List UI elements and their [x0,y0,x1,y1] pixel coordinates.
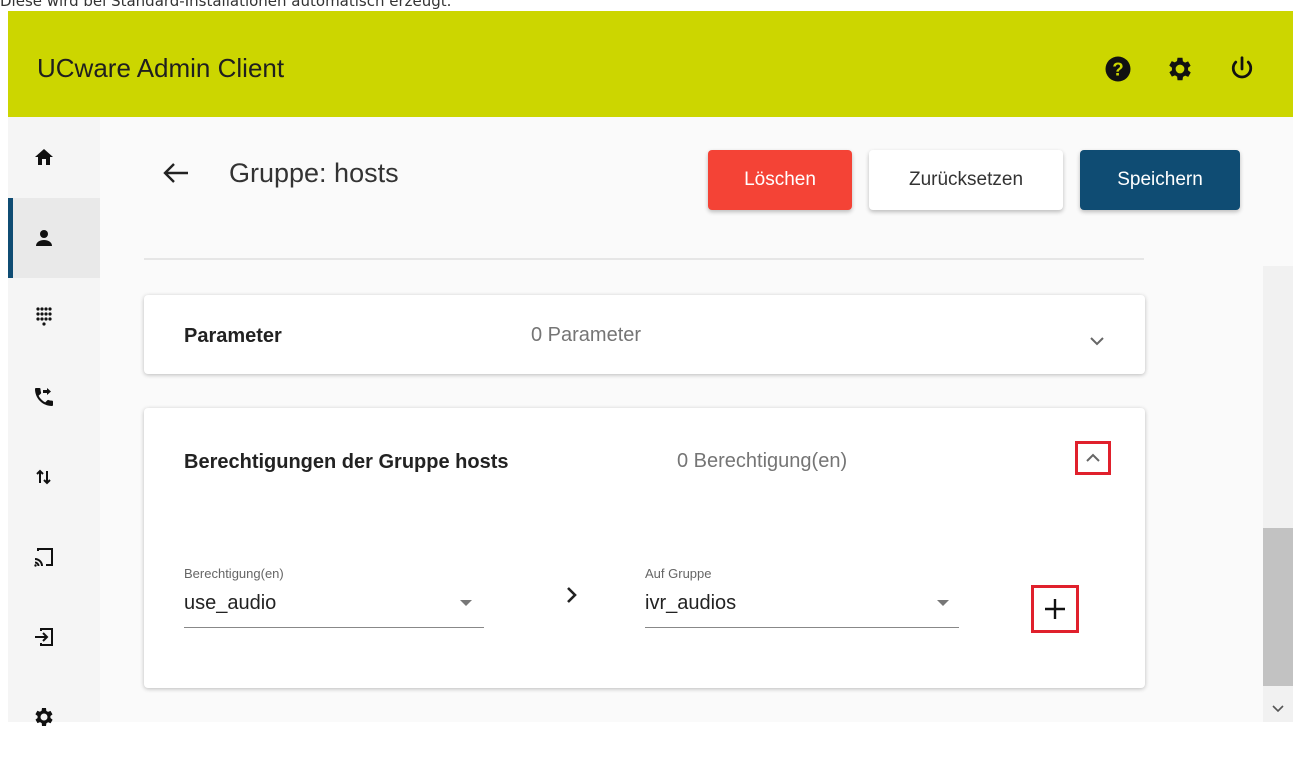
dropdown-caret-icon [460,600,472,606]
svg-text:?: ? [1112,58,1123,79]
permissions-panel-title: Berechtigungen der Gruppe hosts [184,451,509,473]
add-permission-button[interactable] [1031,585,1079,633]
parameter-panel[interactable]: Parameter 0 Parameter [144,295,1145,374]
divider [144,258,1144,260]
sidebar-item-cast[interactable] [8,517,100,597]
arrow-left-icon [163,163,188,183]
sidebar-item-settings[interactable] [8,677,100,757]
swap-vertical-icon [36,469,51,485]
top-app-bar: UCware Admin Client ? [8,11,1293,117]
dialpad-icon [36,307,52,326]
sidebar-item-home[interactable] [8,117,100,197]
scroll-down-arrow-icon[interactable] [1271,702,1285,716]
group-select-label: Auf Gruppe [645,566,712,581]
login-icon [35,628,53,646]
permissions-panel-summary: 0 Berechtigung(en) [677,450,848,472]
sidebar-item-login[interactable] [8,597,100,677]
sidebar-item-sync[interactable] [8,437,100,517]
plus-icon [1045,599,1065,619]
sidebar-item-users[interactable] [8,198,100,278]
chevron-down-icon [1090,337,1104,346]
main-content: Gruppe: hosts Löschen Zurücksetzen Speic… [100,117,1293,722]
sidebar [8,117,100,726]
parameter-panel-summary: 0 Parameter [531,324,642,346]
power-icon[interactable] [1226,53,1258,85]
group-select[interactable]: Auf Gruppe ivr_audios [645,566,959,630]
permission-select[interactable]: Berechtigung(en) use_audio [184,566,484,630]
page-title: Gruppe: hosts [229,158,399,188]
cast-icon [34,548,53,567]
permission-select-label: Berechtigung(en) [184,566,284,581]
parameter-panel-title: Parameter [184,325,282,347]
app-title: UCware Admin Client [37,53,285,83]
group-select-underline [645,627,959,628]
help-circle-icon[interactable]: ? [1102,53,1134,85]
back-button[interactable] [160,159,192,187]
call-forward-icon [35,388,53,406]
sidebar-item-dialpad[interactable] [8,277,100,357]
user-icon [36,230,52,246]
dropdown-caret-icon [937,600,949,606]
gear-icon [35,708,53,726]
collapse-button[interactable] [1075,441,1111,475]
permission-select-value: use_audio [184,592,277,614]
chevron-right-icon [564,585,580,605]
group-select-value: ivr_audios [645,592,737,614]
expand-button[interactable] [1084,328,1110,354]
sidebar-item-call-forward[interactable] [8,357,100,437]
vertical-scrollbar[interactable] [1263,266,1293,722]
permission-select-underline [184,627,484,628]
save-button[interactable]: Speichern [1080,150,1240,210]
home-icon [35,149,53,165]
permissions-panel: Berechtigungen der Gruppe hosts 0 Berech… [144,408,1145,688]
scrollbar-thumb[interactable] [1263,528,1293,686]
gear-icon[interactable] [1164,53,1196,85]
chevron-up-icon [1086,453,1100,462]
reset-button[interactable]: Zurücksetzen [869,150,1063,210]
delete-button[interactable]: Löschen [708,150,852,210]
